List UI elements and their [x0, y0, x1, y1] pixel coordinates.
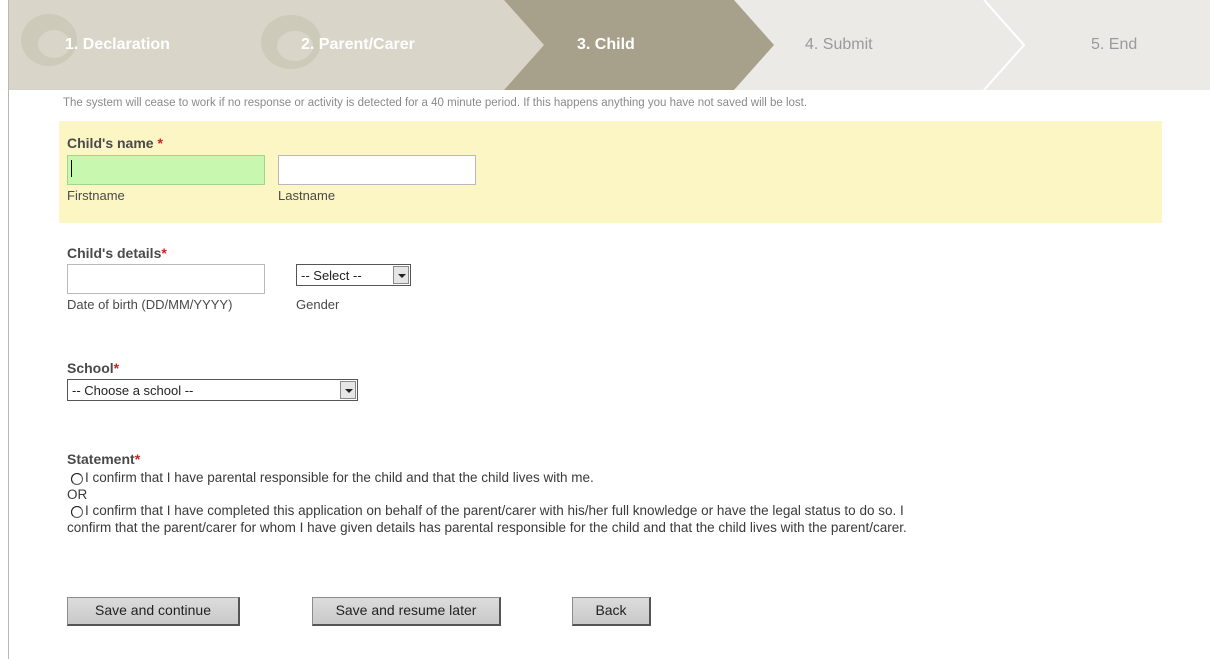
lastname-input[interactable]	[278, 155, 476, 185]
save-and-continue-button[interactable]: Save and continue	[67, 597, 240, 626]
save-and-resume-later-button[interactable]: Save and resume later	[312, 597, 501, 626]
required-mark: *	[113, 360, 120, 376]
timeout-notice: The system will cease to work if no resp…	[63, 97, 808, 109]
date-of-birth-input[interactable]	[67, 264, 265, 294]
statement-option-1-radio[interactable]	[71, 473, 83, 485]
statement-option-2-radio[interactable]	[71, 506, 83, 518]
statement-option-1-text: I confirm that I have parental responsib…	[85, 470, 594, 485]
statement-label: Statement*	[67, 451, 141, 467]
gender-select[interactable]: -- Select --	[296, 264, 411, 286]
required-mark: *	[157, 135, 163, 151]
firstname-input[interactable]	[67, 155, 265, 185]
gender-caption: Gender	[296, 297, 340, 312]
chevron-down-icon[interactable]	[393, 266, 409, 284]
lastname-caption: Lastname	[278, 188, 336, 203]
childs-details-label: Child's details*	[67, 245, 167, 261]
back-button[interactable]: Back	[572, 597, 651, 626]
statement-option-2-text-line1: I confirm that I have completed this app…	[85, 503, 904, 518]
step-progress-bar: 1. Declaration 2. Parent/Carer 3. Child …	[9, 0, 1210, 90]
required-mark: *	[161, 245, 167, 261]
step-4-label: 4. Submit	[805, 36, 873, 53]
step-current-bg	[504, 0, 774, 90]
statement-or-text: OR	[67, 487, 88, 502]
step-1-label: 1. Declaration	[65, 36, 170, 53]
text-caret	[71, 160, 72, 177]
step-3-label: 3. Child	[577, 36, 635, 53]
firstname-caption: Firstname	[67, 188, 125, 203]
step-5-label: 5. End	[1091, 36, 1138, 53]
statement-option-2-text-line2: confirm that the parent/carer for whom I…	[67, 520, 907, 535]
chevron-down-icon[interactable]	[340, 381, 356, 399]
school-label: School*	[67, 360, 120, 376]
required-mark: *	[134, 451, 141, 467]
childs-name-label: Child's name *	[67, 135, 163, 151]
date-of-birth-caption: Date of birth (DD/MM/YYYY)	[67, 297, 233, 312]
step-2-label: 2. Parent/Carer	[301, 36, 415, 53]
school-select[interactable]: -- Choose a school --	[67, 379, 358, 401]
